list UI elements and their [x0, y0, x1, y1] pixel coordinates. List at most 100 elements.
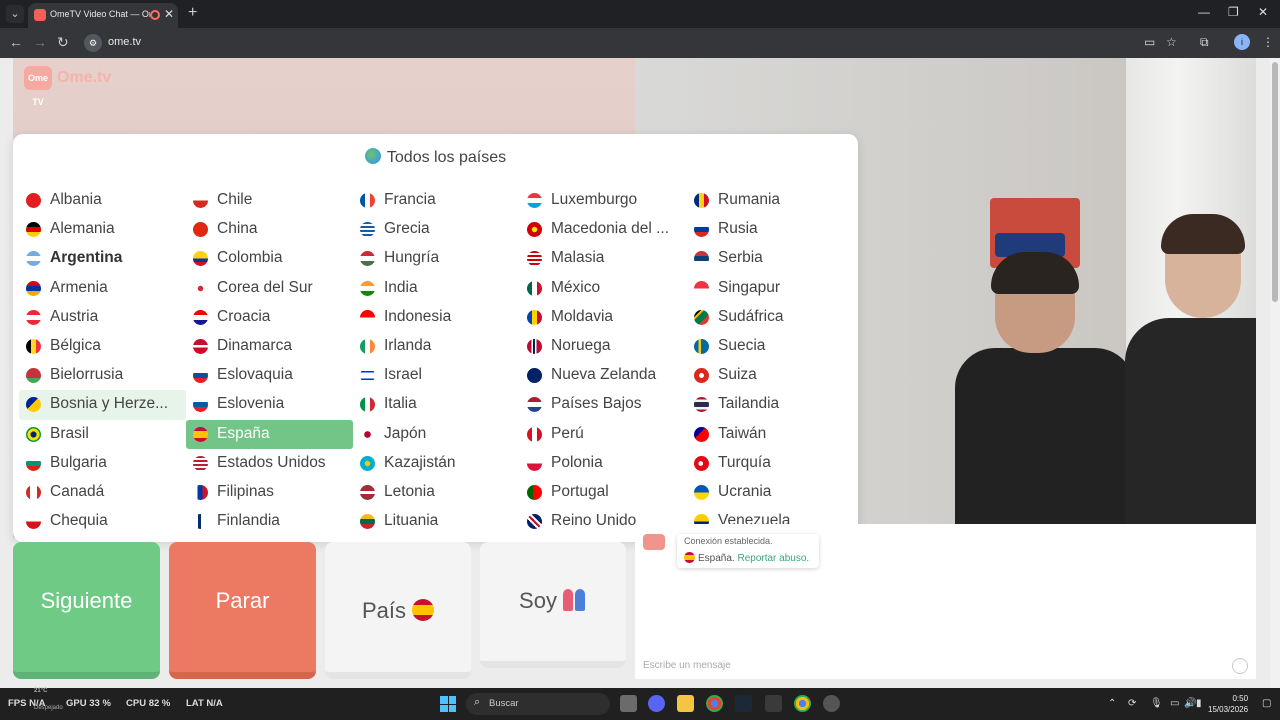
chrome-profile-icon[interactable]: [794, 695, 811, 712]
steam-icon[interactable]: [735, 695, 752, 712]
gender-button[interactable]: Soy: [480, 542, 626, 668]
new-tab-icon[interactable]: +: [188, 4, 197, 22]
site-info-icon[interactable]: ⚙: [84, 34, 102, 52]
country-option[interactable]: Israel: [353, 361, 520, 390]
country-option[interactable]: Serbia: [687, 244, 854, 273]
sync-icon[interactable]: ⟳: [1128, 698, 1136, 709]
country-option[interactable]: Canadá: [19, 478, 186, 507]
volume-icon[interactable]: 🔊: [1184, 698, 1196, 709]
country-option[interactable]: Grecia: [353, 215, 520, 244]
reload-icon[interactable]: ↻: [57, 34, 69, 51]
battery-icon[interactable]: ▮: [1196, 698, 1202, 709]
maximize-icon[interactable]: ❐: [1228, 5, 1239, 19]
country-option[interactable]: Dinamarca: [186, 332, 353, 361]
country-option[interactable]: Hungría: [353, 244, 520, 273]
country-option[interactable]: Nueva Zelanda: [520, 361, 687, 390]
country-option[interactable]: Rumania: [687, 186, 854, 215]
country-option[interactable]: China: [186, 215, 353, 244]
network-icon[interactable]: ▭: [1170, 698, 1179, 709]
country-option[interactable]: Ucrania: [687, 478, 854, 507]
country-option[interactable]: Alemania: [19, 215, 186, 244]
country-option[interactable]: Albania: [19, 186, 186, 215]
country-option[interactable]: Perú: [520, 420, 687, 449]
country-option[interactable]: Singapur: [687, 274, 854, 303]
country-option[interactable]: Finlandia: [186, 507, 353, 536]
task-view-icon[interactable]: [620, 695, 637, 712]
country-option[interactable]: Francia: [353, 186, 520, 215]
country-option[interactable]: Brasil: [19, 420, 186, 449]
country-option[interactable]: Filipinas: [186, 478, 353, 507]
country-option[interactable]: Eslovenia: [186, 390, 353, 419]
country-option[interactable]: Países Bajos: [520, 390, 687, 419]
country-option[interactable]: Estados Unidos: [186, 449, 353, 478]
panel-header[interactable]: Todos los países: [13, 148, 858, 172]
country-option[interactable]: Japón: [353, 420, 520, 449]
menu-dots-icon[interactable]: ⋮: [1262, 35, 1274, 49]
country-option[interactable]: Luxemburgo: [520, 186, 687, 215]
system-clock[interactable]: 0:50 15/03/2026: [1208, 693, 1248, 715]
profile-avatar[interactable]: i: [1234, 34, 1250, 50]
country-option[interactable]: Indonesia: [353, 303, 520, 332]
country-option[interactable]: Moldavia: [520, 303, 687, 332]
country-option[interactable]: Bosnia y Herze...: [19, 390, 186, 420]
country-option[interactable]: Suecia: [687, 332, 854, 361]
country-option[interactable]: Bielorrusia: [19, 361, 186, 390]
country-option[interactable]: Rusia: [687, 215, 854, 244]
country-option[interactable]: Colombia: [186, 244, 353, 273]
country-option[interactable]: Taiwán: [687, 420, 854, 449]
bookmark-star-icon[interactable]: ☆: [1166, 35, 1177, 49]
stop-button[interactable]: Parar: [169, 542, 316, 679]
country-option[interactable]: Bélgica: [19, 332, 186, 361]
taskbar-search[interactable]: ⌕ Buscar: [466, 693, 610, 715]
discord-icon[interactable]: [648, 695, 665, 712]
country-option[interactable]: Macedonia del ...: [520, 215, 687, 244]
country-option[interactable]: Bulgaria: [19, 449, 186, 478]
country-option[interactable]: Corea del Sur: [186, 274, 353, 303]
forward-icon[interactable]: →: [33, 34, 47, 50]
country-option[interactable]: Austria: [19, 303, 186, 332]
epic-games-icon[interactable]: [765, 695, 782, 712]
minimize-icon[interactable]: —: [1198, 5, 1210, 19]
country-option[interactable]: Letonia: [353, 478, 520, 507]
country-option[interactable]: Croacia: [186, 303, 353, 332]
country-option[interactable]: Armenia: [19, 274, 186, 303]
close-window-icon[interactable]: ✕: [1258, 5, 1268, 19]
country-button[interactable]: País: [325, 542, 471, 679]
back-icon[interactable]: ←: [9, 34, 23, 50]
notifications-icon[interactable]: ▢: [1262, 698, 1271, 709]
emoji-icon[interactable]: [1232, 658, 1248, 674]
country-option[interactable]: Irlanda: [353, 332, 520, 361]
country-option[interactable]: Portugal: [520, 478, 687, 507]
tray-overflow-icon[interactable]: ⌃: [1108, 698, 1116, 709]
country-option[interactable]: Lituania: [353, 507, 520, 536]
report-abuse-link[interactable]: Reportar abuso.: [737, 553, 809, 564]
windows-start-icon[interactable]: [440, 696, 456, 712]
microphone-icon[interactable]: 🎙: [1150, 698, 1163, 709]
country-option[interactable]: Chequia: [19, 507, 186, 536]
country-option[interactable]: Argentina: [19, 244, 186, 273]
message-input[interactable]: Escribe un mensaje: [643, 660, 731, 671]
country-option[interactable]: Malasia: [520, 244, 687, 273]
country-option[interactable]: México: [520, 274, 687, 303]
cast-icon[interactable]: ▭: [1144, 35, 1155, 49]
country-option[interactable]: Suiza: [687, 361, 854, 390]
country-option[interactable]: Italia: [353, 390, 520, 419]
country-option[interactable]: Sudáfrica: [687, 303, 854, 332]
country-option[interactable]: Noruega: [520, 332, 687, 361]
country-option[interactable]: Kazajistán: [353, 449, 520, 478]
country-option[interactable]: Tailandia: [687, 390, 854, 419]
tab-search-icon[interactable]: ⌄: [6, 5, 24, 23]
file-explorer-icon[interactable]: [677, 695, 694, 712]
scrollbar-thumb[interactable]: [1272, 62, 1278, 302]
settings-icon[interactable]: [823, 695, 840, 712]
close-tab-icon[interactable]: ✕: [164, 7, 174, 21]
browser-tab[interactable]: OmeTV Video Chat — Ome ✕: [28, 3, 178, 28]
extensions-icon[interactable]: ⧉: [1200, 35, 1209, 50]
country-option[interactable]: Turquía: [687, 449, 854, 478]
country-option[interactable]: Polonia: [520, 449, 687, 478]
country-option[interactable]: Eslovaquia: [186, 361, 353, 390]
next-button[interactable]: Siguiente: [13, 542, 160, 679]
page-scrollbar[interactable]: [1270, 58, 1280, 688]
omnibox[interactable]: ⚙ ome.tv: [80, 31, 1160, 55]
chrome-icon[interactable]: [706, 695, 723, 712]
